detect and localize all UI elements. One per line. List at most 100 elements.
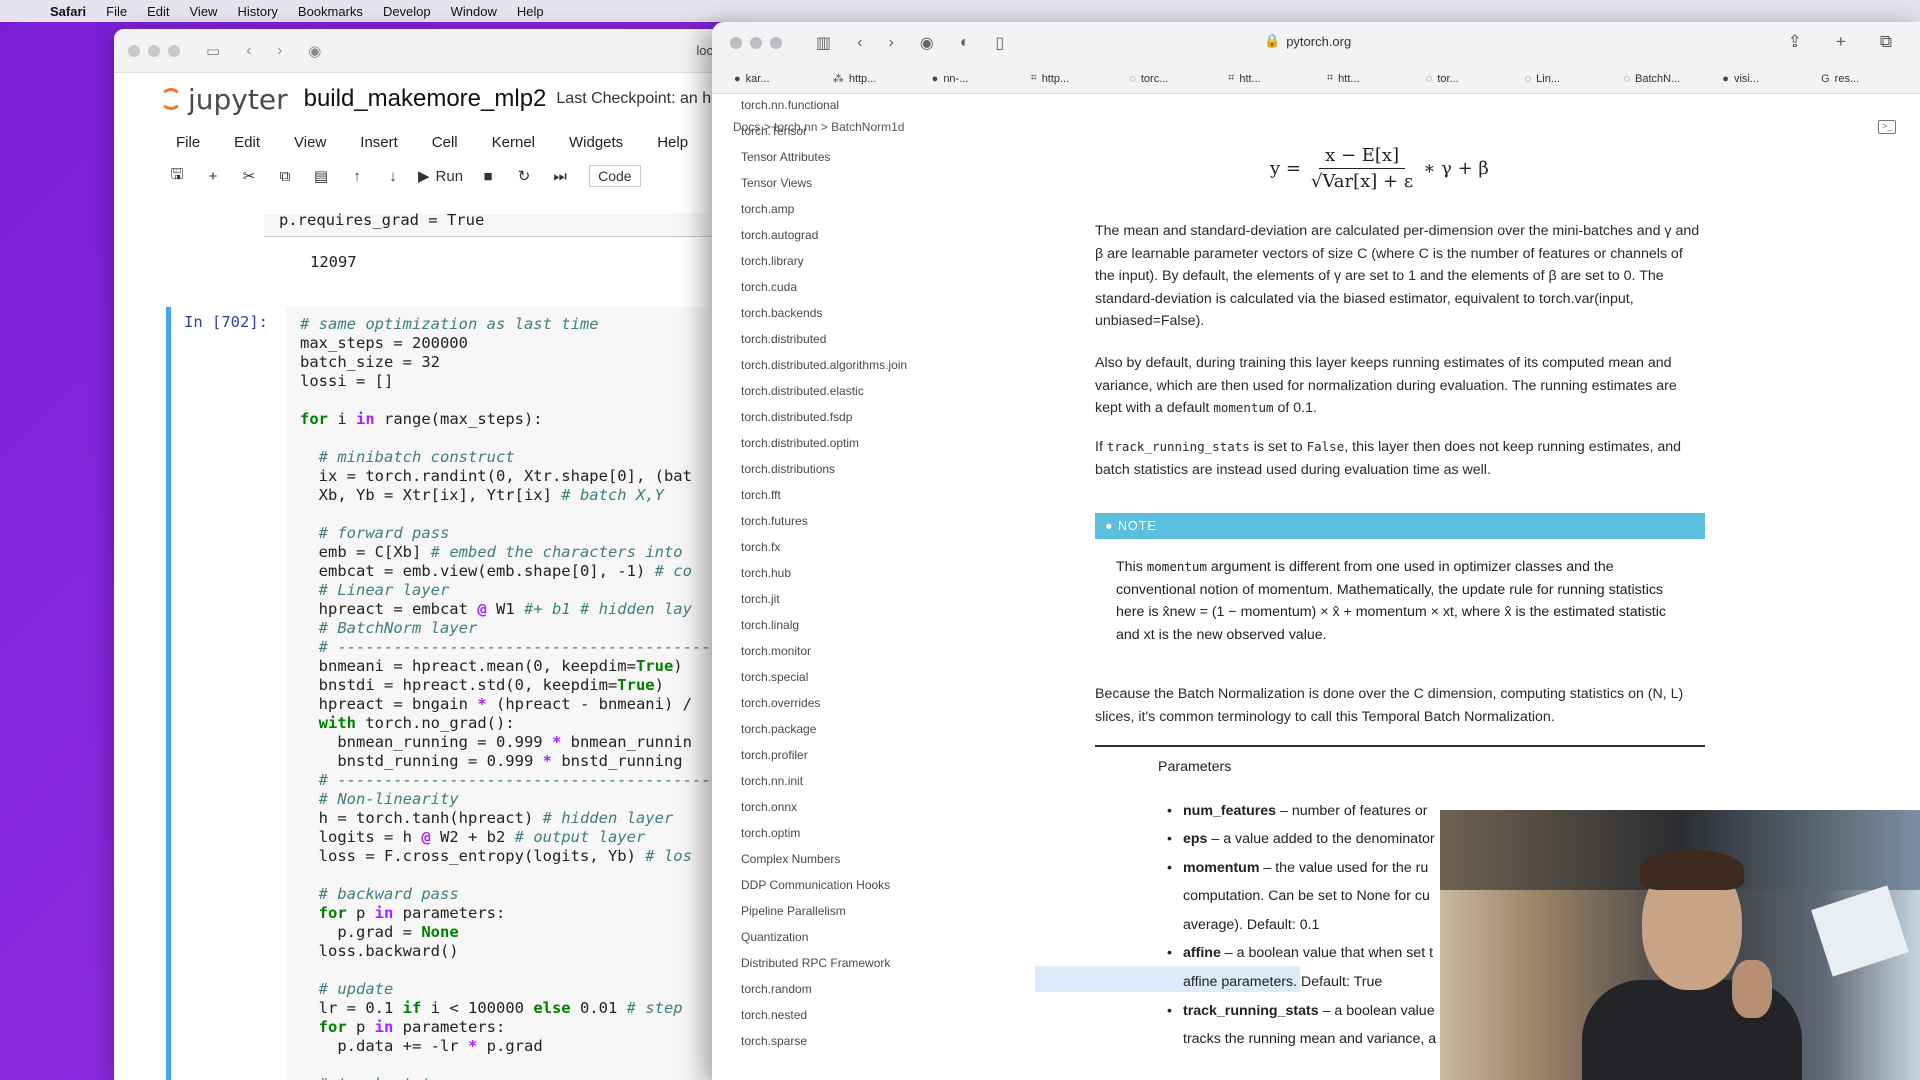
sidebar-nav-link[interactable]: Tensor Views <box>741 176 812 190</box>
cut-icon[interactable]: ✂ <box>238 167 260 185</box>
sidebar-nav-link[interactable]: Pipeline Parallelism <box>741 904 846 918</box>
sidebar-nav-link[interactable]: torch.package <box>741 722 816 736</box>
favorite-item[interactable]: ◌ torc... <box>1129 73 1228 85</box>
address-bar[interactable]: 🔒 pytorch.org <box>1264 33 1351 49</box>
jmenu-kernel[interactable]: Kernel <box>492 134 535 151</box>
view-source-icon[interactable]: >_ <box>1878 120 1896 134</box>
notebook-name[interactable]: build_makemore_mlp2 <box>304 85 547 113</box>
jmenu-view[interactable]: View <box>294 134 326 151</box>
sidebar-nav-link[interactable]: torch.futures <box>741 514 808 528</box>
sidebar-nav-link[interactable]: torch.linalg <box>741 618 799 632</box>
sidebar-nav-link[interactable]: torch.onnx <box>741 800 797 814</box>
menu-file[interactable]: File <box>96 4 137 19</box>
sidebar-nav-link[interactable]: Tensor Attributes <box>741 150 830 164</box>
password-icon[interactable]: ◉ <box>308 42 321 60</box>
breadcrumb-docs[interactable]: Docs <box>733 120 760 134</box>
menu-view[interactable]: View <box>180 4 228 19</box>
favorite-item[interactable]: ● kar... <box>734 73 833 85</box>
sidebar-nav-link[interactable]: torch.distributed.fsdp <box>741 410 852 424</box>
sidebar-nav-link[interactable]: torch.nn.init <box>741 774 803 788</box>
jmenu-edit[interactable]: Edit <box>234 134 260 151</box>
jmenu-insert[interactable]: Insert <box>360 134 398 151</box>
favorite-item[interactable]: ◌ BatchN... <box>1623 73 1722 85</box>
jmenu-help[interactable]: Help <box>657 134 688 151</box>
sidebar-nav-link[interactable]: Distributed RPC Framework <box>741 956 890 970</box>
menu-history[interactable]: History <box>227 4 287 19</box>
sidebar-nav-link[interactable]: torch.optim <box>741 826 800 840</box>
run-button[interactable]: ▶ Run <box>418 167 463 186</box>
cell-type-select[interactable]: Code <box>589 165 641 187</box>
sidebar-nav-link[interactable]: Complex Numbers <box>741 852 840 866</box>
forward-icon[interactable]: › <box>277 42 282 59</box>
favorite-item[interactable]: ⌗ http... <box>1030 72 1129 85</box>
add-cell-icon[interactable]: + <box>202 168 224 185</box>
sidebar-nav-link[interactable]: torch.cuda <box>741 280 797 294</box>
previous-code-cell[interactable]: p.requires_grad = True <box>264 213 734 237</box>
notebook-area[interactable]: p.requires_grad = True 12097 In [702]: #… <box>114 213 734 1080</box>
favorite-item[interactable]: Gres... <box>1821 73 1920 85</box>
zoom-window-button[interactable] <box>168 44 180 57</box>
favorite-item[interactable]: ⌗ htt... <box>1228 72 1327 85</box>
sidebar-nav-link[interactable]: torch.distributed <box>741 332 826 346</box>
sidebar-nav-link[interactable]: torch.autograd <box>741 228 818 242</box>
menu-develop[interactable]: Develop <box>373 4 441 19</box>
breadcrumb-torch-nn[interactable]: torch.nn <box>774 120 817 134</box>
sidebar-nav-link[interactable]: torch.nn.functional <box>741 98 839 112</box>
paste-icon[interactable]: ▤ <box>310 167 332 185</box>
sidebar-nav-link[interactable]: torch.special <box>741 670 808 684</box>
sidebar-nav-link[interactable]: torch.nested <box>741 1008 807 1022</box>
move-down-icon[interactable]: ↓ <box>382 168 404 185</box>
jmenu-file[interactable]: File <box>176 134 200 151</box>
sidebar-nav-link[interactable]: Quantization <box>741 930 808 944</box>
reader-icon[interactable]: ▯ <box>995 33 1004 53</box>
forward-icon[interactable]: › <box>888 34 893 52</box>
sidebar-nav-link[interactable]: DDP Communication Hooks <box>741 878 890 892</box>
sidebar-nav-link[interactable]: torch.distributed.algorithms.join <box>741 358 907 372</box>
close-window-button[interactable] <box>730 37 742 49</box>
favorite-item[interactable]: ⁂ http... <box>833 72 932 86</box>
sidebar-nav-link[interactable]: torch.jit <box>741 592 780 606</box>
menu-safari[interactable]: Safari <box>40 4 96 19</box>
favorite-item[interactable]: ◌ Lin... <box>1525 73 1624 85</box>
sidebar-nav-link[interactable]: torch.hub <box>741 566 791 580</box>
save-icon[interactable]: 🖫 <box>166 164 188 189</box>
menu-edit[interactable]: Edit <box>137 4 179 19</box>
password-manager-icon[interactable]: ◉ <box>920 33 934 53</box>
zoom-window-button[interactable] <box>770 37 782 49</box>
sidebar-nav-link[interactable]: torch.distributed.optim <box>741 436 859 450</box>
favorite-item[interactable]: ● visi... <box>1722 73 1821 85</box>
sidebar-nav-link[interactable]: torch.sparse <box>741 1034 807 1048</box>
sidebar-nav-link[interactable]: torch.backends <box>741 306 822 320</box>
shield-icon[interactable]: ◐ <box>960 34 970 52</box>
sidebar-nav-link[interactable]: torch.amp <box>741 202 794 216</box>
menu-help[interactable]: Help <box>507 4 554 19</box>
fast-forward-icon[interactable]: ⏭ <box>549 168 571 185</box>
back-icon[interactable]: ‹ <box>857 34 862 52</box>
close-window-button[interactable] <box>128 44 140 57</box>
stop-icon[interactable]: ■ <box>477 168 499 185</box>
sidebar-nav-link[interactable]: torch.distributions <box>741 462 835 476</box>
favorite-item[interactable]: ⌗ htt... <box>1327 72 1426 85</box>
menu-bookmarks[interactable]: Bookmarks <box>288 4 373 19</box>
sidebar-nav-link[interactable]: torch.profiler <box>741 748 808 762</box>
back-icon[interactable]: ‹ <box>246 42 251 59</box>
sidebar-toggle-icon[interactable]: ▥ <box>816 33 831 53</box>
sidebar-nav-link[interactable]: torch.fx <box>741 540 780 554</box>
jupyter-logo[interactable]: jupyter <box>160 83 288 116</box>
menu-window[interactable]: Window <box>441 4 507 19</box>
sidebar-nav-link[interactable]: torch.distributed.elastic <box>741 384 864 398</box>
code-editor[interactable]: # same optimization as last time max_ste… <box>286 307 734 1080</box>
sidebar-nav-link[interactable]: torch.overrides <box>741 696 820 710</box>
copy-icon[interactable]: ⧉ <box>274 168 296 185</box>
sidebar-icon[interactable]: ▭ <box>206 42 220 60</box>
tab-overview-icon[interactable]: ⧉ <box>1880 32 1892 52</box>
favorite-item[interactable]: ● nn-... <box>932 73 1031 85</box>
favorite-item[interactable]: ◌ tor... <box>1426 73 1525 85</box>
share-icon[interactable]: ⇪ <box>1788 32 1802 52</box>
minimize-window-button[interactable] <box>750 37 762 49</box>
sidebar-nav-link[interactable]: torch.library <box>741 254 804 268</box>
jmenu-cell[interactable]: Cell <box>432 134 458 151</box>
move-up-icon[interactable]: ↑ <box>346 168 368 185</box>
new-tab-icon[interactable]: + <box>1836 32 1846 52</box>
restart-icon[interactable]: ↻ <box>513 167 535 185</box>
